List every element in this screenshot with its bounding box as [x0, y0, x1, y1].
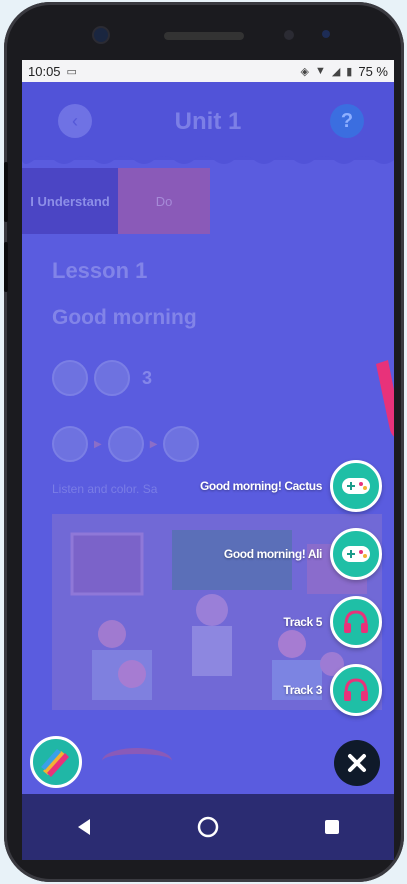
top-bezel [4, 2, 404, 62]
close-icon [348, 754, 366, 772]
volume-button [4, 162, 8, 222]
menu-item-label: Track 3 [283, 683, 322, 697]
menu-item-label: Track 5 [283, 615, 322, 629]
lesson-subtitle: Good morning [52, 306, 197, 329]
pencil-activity-icon[interactable] [52, 360, 88, 396]
wifi-icon: ▼ [314, 65, 326, 77]
close-menu-button[interactable] [334, 740, 380, 786]
menu-item-track-3[interactable]: Track 3 [283, 664, 382, 716]
arrow-right-icon: ▶ [149, 438, 158, 450]
pencils-icon [41, 749, 69, 777]
nav-recents-button[interactable] [312, 807, 352, 847]
square-recents-icon [325, 820, 339, 834]
menu-item-track-5[interactable]: Track 5 [283, 596, 382, 648]
listen-step-icon [52, 426, 88, 462]
headphones-icon[interactable] [330, 664, 382, 716]
tab-i-understand[interactable]: I Understand [22, 168, 118, 234]
nav-back-button[interactable] [64, 807, 104, 847]
help-icon: ? [340, 109, 354, 132]
globe-activity-icon[interactable] [94, 360, 130, 396]
activity-count: 3 [142, 367, 153, 388]
arrow-right-icon: ▶ [94, 438, 102, 450]
decorative-arc [102, 748, 172, 774]
game-controller-icon[interactable] [330, 528, 382, 580]
status-bar: 10:05 ▭ ◈ ▼ ◢ ▮ 75 % [22, 60, 394, 82]
status-time: 10:05 [28, 63, 61, 79]
iris-sensor [322, 30, 330, 38]
nav-home-button[interactable] [188, 807, 228, 847]
menu-item-label: Good morning! Cactus [200, 479, 322, 493]
say-step-icon [163, 426, 200, 462]
earpiece-speaker [164, 32, 244, 40]
game-controller-icon[interactable] [330, 460, 382, 512]
headphones-icon[interactable] [330, 596, 382, 648]
menu-item-good-morning-ali[interactable]: Good morning! Ali [224, 528, 382, 580]
battery-icon: ▮ [346, 65, 353, 78]
steps-row: ▶ ▶ [52, 426, 200, 462]
bixby-button [4, 242, 8, 292]
battery-level: 75 % [358, 63, 388, 79]
android-nav-bar [22, 794, 394, 860]
tab-do[interactable]: Do [118, 168, 210, 234]
phone-frame: 10:05 ▭ ◈ ▼ ◢ ▮ 75 % ‹ Unit 1 ? I Unders… [4, 2, 404, 882]
lesson-title: Lesson 1 [52, 258, 148, 283]
tab-label: Do [155, 193, 173, 209]
proximity-sensor [284, 30, 294, 40]
signal-icon: ◢ [331, 65, 341, 78]
menu-item-label: Good morning! Ali [223, 547, 322, 561]
menu-item-good-morning-cactus[interactable]: Good morning! Cactus [200, 460, 382, 512]
activity-icons-row: 3 [52, 360, 152, 396]
color-step-icon [107, 426, 144, 462]
tab-label: I Understand [30, 193, 110, 209]
header-wave-divider [22, 152, 394, 164]
instruction-text: Listen and color. Sa [52, 482, 158, 496]
pink-accent-shape [376, 360, 394, 437]
vibrate-icon: ◈ [300, 65, 309, 78]
help-button[interactable]: ? [330, 104, 364, 138]
pencils-button[interactable] [30, 736, 82, 788]
front-camera [94, 28, 108, 42]
screen: 10:05 ▭ ◈ ▼ ◢ ▮ 75 % ‹ Unit 1 ? I Unders… [22, 60, 394, 860]
cast-icon: ▭ [66, 65, 77, 78]
app-header: ‹ Unit 1 ? [22, 82, 394, 160]
home-circle-icon [197, 816, 219, 838]
triangle-back-icon [78, 819, 90, 835]
